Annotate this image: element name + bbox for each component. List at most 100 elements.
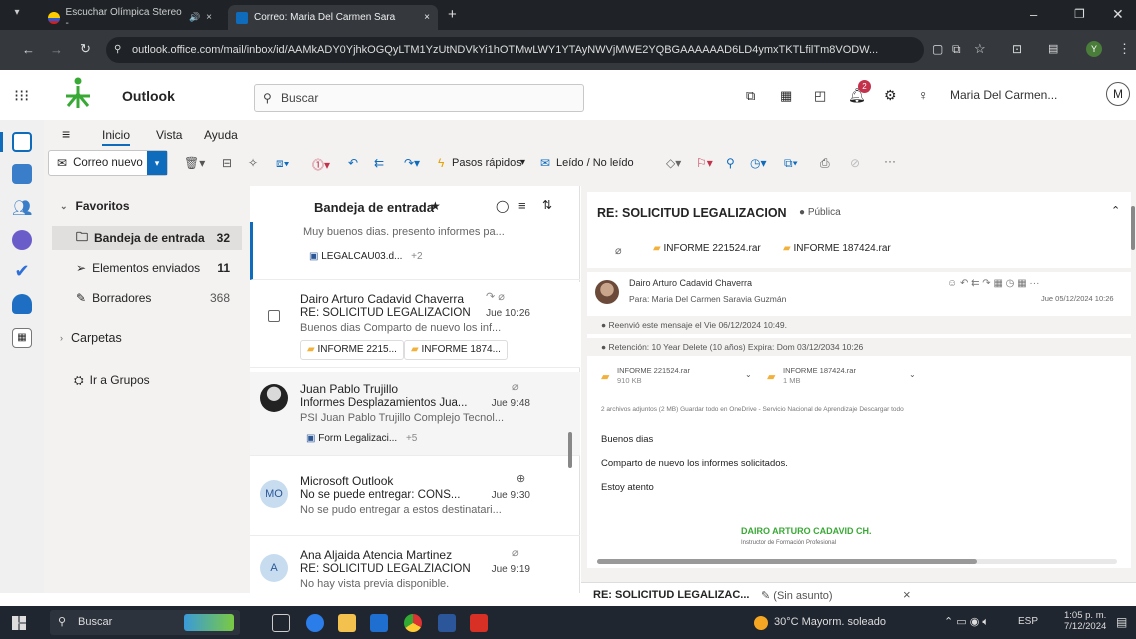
extensions-icon[interactable]: ⊡ — [1012, 42, 1022, 56]
sort-icon[interactable]: ⇅ — [542, 198, 552, 212]
user-name[interactable]: Maria Del Carmen... — [950, 88, 1057, 102]
attachment-chip[interactable]: ▰ INFORME 2215... — [300, 340, 404, 360]
folder-sent[interactable]: ➢ Elementos enviados 11 — [52, 256, 242, 280]
attachment-actions[interactable]: 2 archivos adjuntos (2 MB) Guardar todo … — [601, 406, 904, 413]
windows-start-icon[interactable] — [12, 616, 26, 630]
chevron-down-icon[interactable]: ⌄ — [745, 370, 752, 379]
search-input[interactable]: ⚲ Buscar — [254, 84, 584, 112]
new-mail-button[interactable]: ✉ Correo nuevo ▾ — [48, 150, 168, 176]
more-options-icon[interactable]: ··· — [884, 154, 896, 168]
report-icon[interactable]: ⓵▾ — [312, 156, 330, 173]
forward-button[interactable]: → — [50, 42, 63, 57]
maximize-button[interactable]: ❐ — [1074, 7, 1085, 21]
settings-gear-icon[interactable]: ⚙ — [884, 87, 897, 104]
back-button[interactable]: ← — [22, 42, 35, 57]
hamburger-menu-icon[interactable]: ≡ — [62, 126, 70, 142]
list-item[interactable]: Muy buenos dias. presento informes pa...… — [250, 222, 580, 280]
sweep-icon[interactable]: ✧ — [248, 156, 258, 170]
feedback-icon[interactable]: ◰ — [814, 88, 826, 104]
list-item[interactable]: Dairo Arturo Cadavid Chaverra ↷ ⌀ RE: SO… — [250, 282, 580, 368]
attachment-card[interactable]: ▰ INFORME 221524.rar 910 KB ⌄ — [601, 366, 761, 388]
delete-icon[interactable]: 🗑︎▾ — [184, 156, 205, 170]
tab-inicio[interactable]: Inicio — [102, 128, 131, 146]
compose-tab[interactable]: RE: SOLICITUD LEGALIZAC... — [593, 589, 749, 601]
word-icon[interactable] — [438, 614, 456, 632]
reply-all-icon[interactable]: ⇇ — [374, 156, 384, 170]
weather-sun-icon[interactable] — [754, 616, 768, 630]
go-to-groups-link[interactable]: ⛭ Ir a Grupos — [74, 368, 274, 392]
move-icon[interactable]: ⧈▾ — [276, 156, 290, 171]
scrollbar-thumb[interactable] — [1131, 206, 1135, 250]
attachment-chip[interactable]: ▰ INFORME 221524.rar — [647, 240, 767, 260]
onedrive-icon[interactable] — [12, 294, 32, 314]
collapse-icon[interactable]: ⌃ — [1111, 204, 1120, 217]
folders-header[interactable]: › Carpetas — [60, 326, 260, 350]
close-icon[interactable]: × — [903, 587, 911, 602]
folder-drafts[interactable]: ✎ Borradores 368 — [52, 286, 242, 310]
close-icon[interactable]: × — [424, 12, 430, 23]
vpn-icon[interactable]: ▤ — [1048, 42, 1058, 55]
minimize-button[interactable]: – — [1030, 7, 1037, 22]
tab-olimpica[interactable]: Escuchar Olímpica Stereo - 🔊 × — [40, 5, 220, 30]
attachment-chip[interactable]: ▰ INFORME 187424.rar — [777, 240, 897, 260]
store-icon[interactable] — [370, 614, 388, 632]
user-avatar[interactable]: M — [1106, 82, 1130, 106]
speaker-icon[interactable]: 🔊 — [189, 12, 200, 23]
attachment-chip[interactable]: ▣ Form Legalizaci... +5 — [300, 430, 423, 450]
quick-steps-button[interactable]: Pasos rápidos — [452, 157, 522, 169]
people-icon[interactable]: 👥︎ — [12, 198, 32, 218]
archive-icon[interactable]: ⊟ — [222, 156, 232, 170]
lightbulb-icon[interactable]: ♀ — [918, 87, 929, 103]
groups-icon[interactable] — [12, 230, 32, 250]
taskbar-search[interactable]: ⚲ Buscar — [50, 610, 240, 635]
file-explorer-icon[interactable] — [338, 614, 356, 632]
tab-outlook[interactable]: Correo: Maria Del Carmen Sara × — [228, 5, 438, 30]
mail-icon[interactable] — [12, 132, 32, 152]
policy-icon[interactable]: ⧉▾ — [784, 156, 798, 171]
list-item[interactable]: MO Microsoft Outlook ⊕ No se puede entre… — [250, 466, 580, 536]
select-mode-icon[interactable]: ◯ — [496, 199, 509, 213]
browser-menu-icon[interactable]: ⋮ — [1118, 41, 1131, 57]
quick-steps-icon[interactable]: ϟ — [438, 156, 444, 170]
tab-menu-icon[interactable]: ▾ — [8, 7, 26, 23]
list-item[interactable]: A Ana Aljaida Atencia Martinez ⌀ RE: SOL… — [250, 540, 580, 600]
pin-icon[interactable]: ⚲ — [726, 156, 735, 170]
system-tray-icons[interactable]: ⌃ ▭ ◉ 🔈︎ — [944, 615, 989, 629]
reload-button[interactable]: ↻ — [80, 41, 91, 57]
print-icon[interactable]: ⎙ — [820, 156, 830, 171]
filter-icon[interactable]: ≡ — [518, 198, 526, 213]
immersive-reader-icon[interactable]: ⊘ — [850, 156, 860, 170]
more-apps-icon[interactable]: ▦ — [12, 328, 32, 348]
scrollbar-thumb[interactable] — [568, 432, 572, 468]
edge-icon[interactable] — [306, 614, 324, 632]
scrollbar-thumb[interactable] — [597, 559, 977, 564]
snooze-icon[interactable]: ◷▾ — [750, 156, 767, 170]
chevron-down-icon[interactable]: ▾ — [520, 157, 525, 168]
weather-text[interactable]: 30°C Mayorm. soleado — [774, 616, 886, 628]
screen-share-icon[interactable]: ▢ — [932, 42, 943, 56]
new-mail-dropdown[interactable]: ▾ — [147, 151, 167, 175]
favorites-header[interactable]: ⌄ Favoritos — [60, 194, 260, 218]
close-icon[interactable]: × — [206, 12, 212, 23]
clock[interactable]: 1:05 p. m. 7/12/2024 — [1064, 610, 1106, 632]
tab-vista[interactable]: Vista — [156, 128, 182, 142]
teams-chat-icon[interactable]: ⧉ — [746, 88, 755, 104]
calendar-app-icon[interactable] — [12, 164, 32, 184]
app-launcher-icon[interactable]: ⁝⁝⁝ — [14, 86, 29, 106]
open-app-icon[interactable]: ⧉ — [952, 42, 961, 57]
list-item[interactable]: Juan Pablo Trujillo ⌀ Informes Desplazam… — [250, 372, 580, 456]
bookmark-star-icon[interactable]: ☆ — [974, 41, 986, 57]
acrobat-icon[interactable] — [470, 614, 488, 632]
profile-avatar[interactable]: Y — [1086, 41, 1102, 57]
url-field[interactable]: ⚲ outlook.office.com/mail/inbox/id/AAMkA… — [106, 37, 924, 63]
flag-icon[interactable]: ⚐▾ — [696, 156, 713, 170]
compose-tab[interactable]: ✎ (Sin asunto) — [761, 589, 833, 602]
task-view-icon[interactable] — [272, 614, 290, 632]
favorite-star-icon[interactable]: ★ — [430, 199, 441, 213]
read-unread-icon[interactable]: ✉ — [540, 156, 550, 170]
attachment-chip[interactable]: ▣ LEGALCAU03.d... +2 — [303, 248, 429, 268]
notifications-icon[interactable]: ▤ — [1116, 615, 1127, 629]
reply-icon[interactable]: ↶ — [348, 156, 358, 170]
tag-icon[interactable]: ◇▾ — [666, 156, 681, 170]
attachment-chip[interactable]: ▰ INFORME 1874... — [404, 340, 508, 360]
